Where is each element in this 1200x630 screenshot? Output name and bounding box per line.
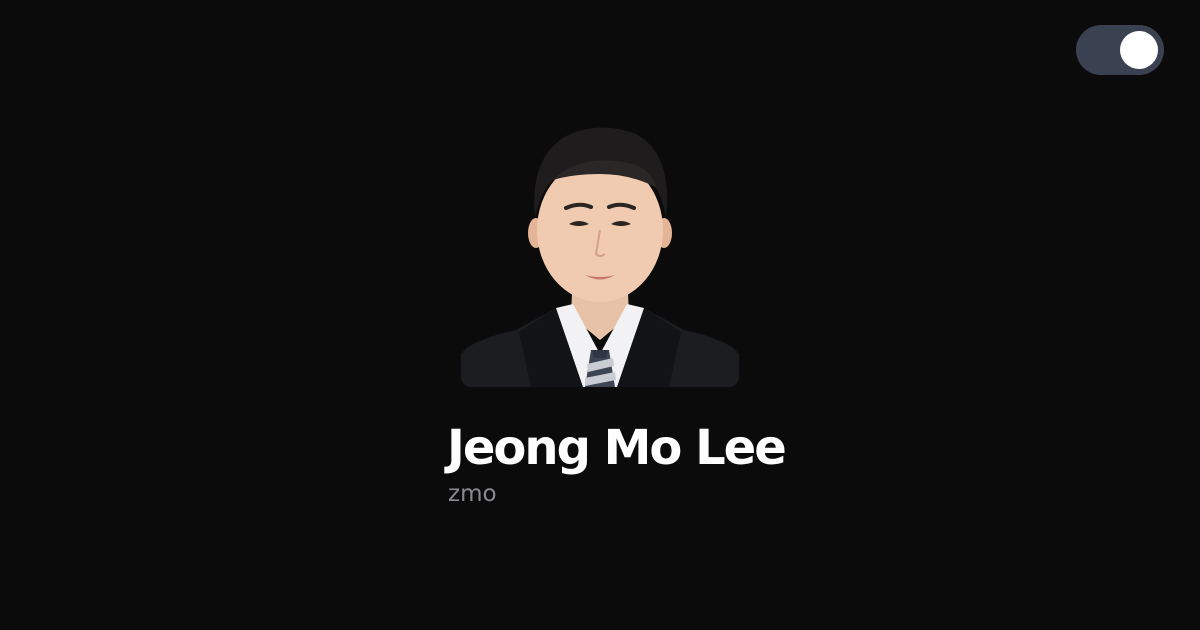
profile-page: Jeong Mo Lee zmo [0, 0, 1200, 630]
toggle-knob [1120, 31, 1158, 69]
profile-handle: zmo [448, 481, 497, 507]
theme-toggle[interactable] [1076, 25, 1164, 75]
profile-name: Jeong Mo Lee [447, 420, 787, 476]
profile-photo [461, 118, 739, 387]
portrait-illustration [461, 118, 739, 387]
